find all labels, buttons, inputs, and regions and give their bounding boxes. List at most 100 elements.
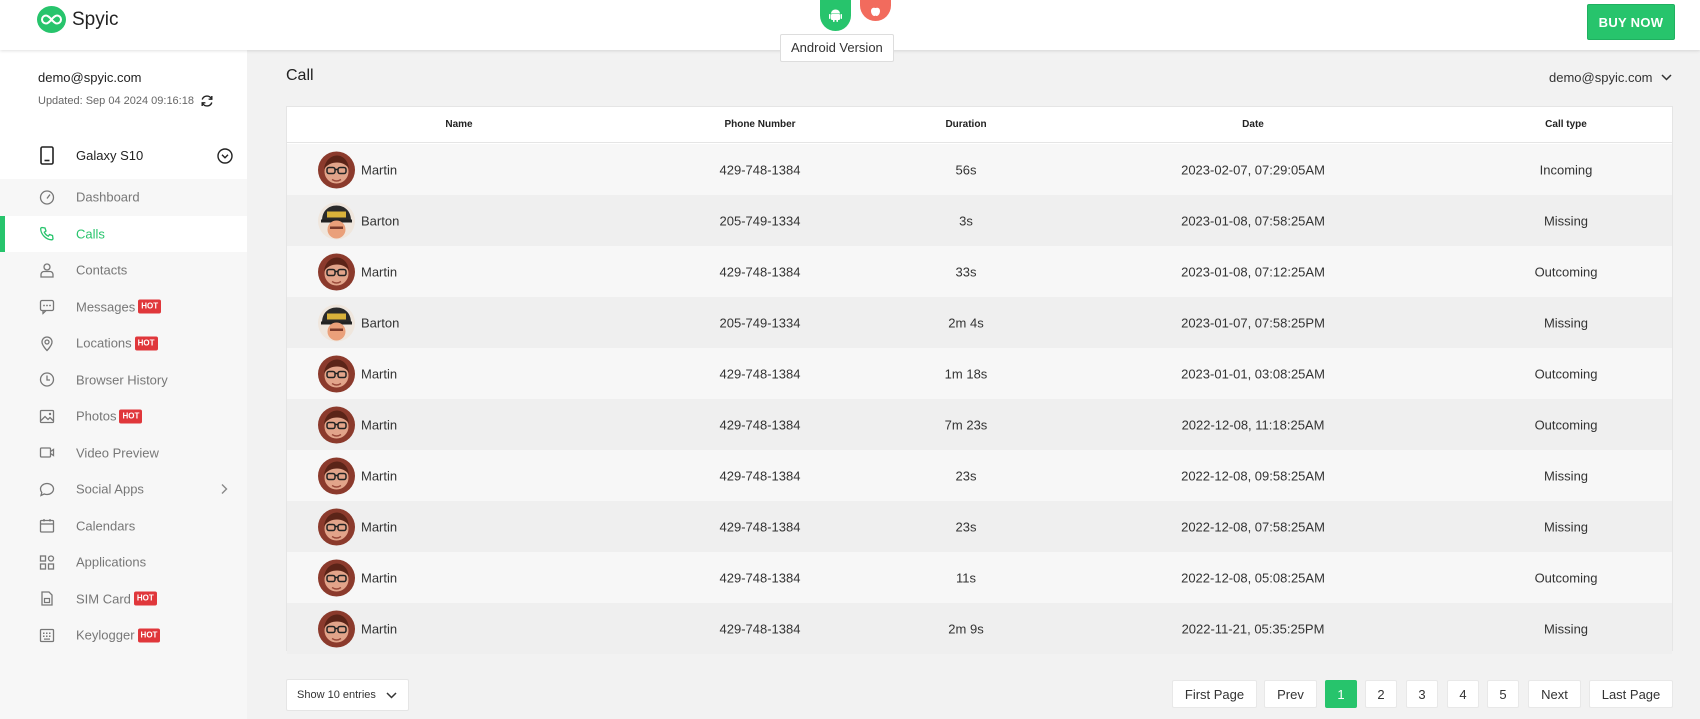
sidebar-item-label: Calls [76, 226, 105, 241]
phone-number-cell: 429-748-1384 [719, 621, 801, 636]
sidebar-item-video-preview[interactable]: Video Preview [0, 435, 247, 472]
sidebar-item-sim-card[interactable]: SIM Card HOT [0, 581, 247, 618]
sidebar-item-calls[interactable]: Calls [0, 215, 247, 252]
refresh-icon[interactable] [200, 94, 214, 108]
sidebar-item-text: Photos [76, 408, 117, 424]
sidebar-item-text: Contacts [76, 262, 128, 278]
sidebar-item-social-apps[interactable]: Social Apps [0, 471, 247, 508]
last-updated-text: Updated: Sep 04 2024 09:16:18 [38, 95, 194, 107]
column-header-name[interactable]: Name [445, 119, 472, 130]
smartphone-icon [40, 146, 54, 165]
table-row[interactable]: Martin 429-748-1384 1m 18s 2023-01-01, 03:0… [287, 348, 1672, 399]
table-row[interactable]: Martin 429-748-1384 33s 2023-01-08, 07:12:2… [287, 246, 1672, 297]
duration-cell: 23s [955, 519, 977, 534]
table-row[interactable]: Martin 429-748-1384 11s 2022-12-08, 05:08:2… [287, 552, 1672, 603]
keyboard-icon [38, 627, 55, 644]
sidebar-item-messages[interactable]: Messages HOT [0, 289, 247, 326]
last-updated: Updated: Sep 04 2024 09:16:18 [38, 94, 214, 108]
chevron-down-icon [386, 691, 397, 699]
avatar [318, 253, 355, 290]
page-3-button[interactable]: 3 [1406, 680, 1438, 708]
device-name: Galaxy S10 [76, 148, 144, 163]
infinity-logo-icon [37, 6, 66, 33]
table-row[interactable]: Martin 429-748-1384 56s 2023-02-07, 07:29:0… [287, 144, 1672, 195]
table-row[interactable]: Martin 429-748-1384 2m 9s 2022-11-21, 05:35… [287, 603, 1672, 654]
logo[interactable]: Spyic [37, 6, 118, 33]
date-cell: 2022-11-21, 05:35:25PM [1181, 621, 1325, 636]
prev-button[interactable]: Prev [1264, 680, 1317, 708]
call-type-cell: Missing [1543, 621, 1589, 636]
phone-number-cell: 429-748-1384 [719, 162, 801, 177]
hot-badge: HOT [137, 628, 161, 643]
account-dropdown-label: demo@spyic.com [1549, 70, 1653, 85]
page-1-button[interactable]: 1 [1325, 680, 1357, 708]
account-dropdown[interactable]: demo@spyic.com [1549, 70, 1672, 85]
device-selector[interactable]: Galaxy S10 [0, 130, 247, 179]
sidebar-item-contacts[interactable]: Contacts [0, 252, 247, 289]
contact-name: Martin [361, 162, 398, 177]
phone-icon [38, 225, 55, 242]
duration-cell: 1m 18s [944, 366, 988, 381]
sidebar-item-text: SIM Card [76, 591, 131, 607]
sidebar-item-browser-history[interactable]: Browser History [0, 362, 247, 399]
sidebar-item-dashboard[interactable]: Dashboard [0, 179, 247, 216]
date-cell: 2023-01-08, 07:58:25AM [1181, 213, 1325, 228]
android-version-button[interactable] [820, 0, 851, 31]
duration-cell: 56s [955, 162, 977, 177]
sidebar-item-label: Browser History [76, 372, 168, 387]
contact-name: Barton [361, 315, 400, 330]
name-cell: Martin [318, 355, 397, 392]
speech-bubble-icon [38, 481, 55, 498]
table-row[interactable]: Martin 429-748-1384 23s 2022-12-08, 09:58:2… [287, 450, 1672, 501]
sidebar-item-applications[interactable]: Applications [0, 544, 247, 581]
call-type-cell: Outcoming [1534, 366, 1598, 381]
name-cell: Barton [318, 304, 399, 341]
page-5-button[interactable]: 5 [1487, 680, 1519, 708]
chat-icon [38, 298, 55, 315]
contact-name: Martin [361, 468, 398, 483]
name-cell: Barton [318, 202, 399, 239]
call-type-cell: Outcoming [1534, 570, 1598, 585]
table-header: Name Phone Number Duration Date Call typ… [287, 107, 1672, 143]
name-cell: Martin [318, 559, 397, 596]
page-2-button[interactable]: 2 [1365, 680, 1397, 708]
table-row[interactable]: Barton 205-749-1334 2m 4s 2023-01-07, 07:58… [287, 297, 1672, 348]
page-4-button[interactable]: 4 [1447, 680, 1479, 708]
contact-name: Martin [361, 621, 398, 636]
table-row[interactable]: Martin 429-748-1384 7m 23s 2022-12-08, 11:1… [287, 399, 1672, 450]
sidebar: demo@spyic.com Updated: Sep 04 2024 09:1… [0, 50, 247, 719]
avatar [318, 559, 355, 596]
phone-number-cell: 429-748-1384 [719, 570, 801, 585]
sidebar-item-calendars[interactable]: Calendars [0, 508, 247, 545]
hot-badge: HOT [134, 336, 158, 351]
duration-cell: 23s [955, 468, 977, 483]
phone-number-cell: 429-748-1384 [719, 468, 801, 483]
table-row[interactable]: Martin 429-748-1384 23s 2022-12-08, 07:58:2… [287, 501, 1672, 552]
buy-now-button[interactable]: BUY NOW [1587, 4, 1675, 40]
column-header-date[interactable]: Date [1242, 119, 1264, 130]
name-cell: Martin [318, 253, 397, 290]
chevron-down-circle-icon[interactable] [217, 148, 233, 164]
next-button[interactable]: Next [1528, 680, 1581, 708]
entries-per-page-select[interactable]: Show 10 entries [286, 679, 409, 711]
sidebar-item-locations[interactable]: Locations HOT [0, 325, 247, 362]
column-header-phone[interactable]: Phone Number [724, 119, 795, 130]
sidebar-item-keylogger[interactable]: Keylogger HOT [0, 617, 247, 654]
phone-number-cell: 429-748-1384 [719, 366, 801, 381]
column-header-call-type[interactable]: Call type [1545, 119, 1587, 130]
apple-icon [871, 7, 880, 16]
sidebar-item-photos[interactable]: Photos HOT [0, 398, 247, 435]
sidebar-item-text: Browser History [76, 372, 168, 388]
phone-number-cell: 429-748-1384 [719, 417, 801, 432]
first-page-button[interactable]: First Page [1172, 680, 1257, 708]
sidebar-item-text: Social Apps [76, 481, 144, 497]
duration-cell: 2m 9s [948, 621, 984, 636]
last-page-button[interactable]: Last Page [1589, 680, 1673, 708]
sidebar-item-label: Messages HOT [76, 299, 162, 314]
chevron-right-icon[interactable] [221, 484, 228, 495]
sidebar-item-label: Social Apps [76, 482, 144, 497]
table-row[interactable]: Barton 205-749-1334 3s 2023-01-08, 07:58:25… [287, 195, 1672, 246]
column-header-duration[interactable]: Duration [945, 119, 986, 130]
sidebar-item-text: Locations [76, 335, 132, 351]
ios-version-button[interactable] [860, 0, 891, 21]
